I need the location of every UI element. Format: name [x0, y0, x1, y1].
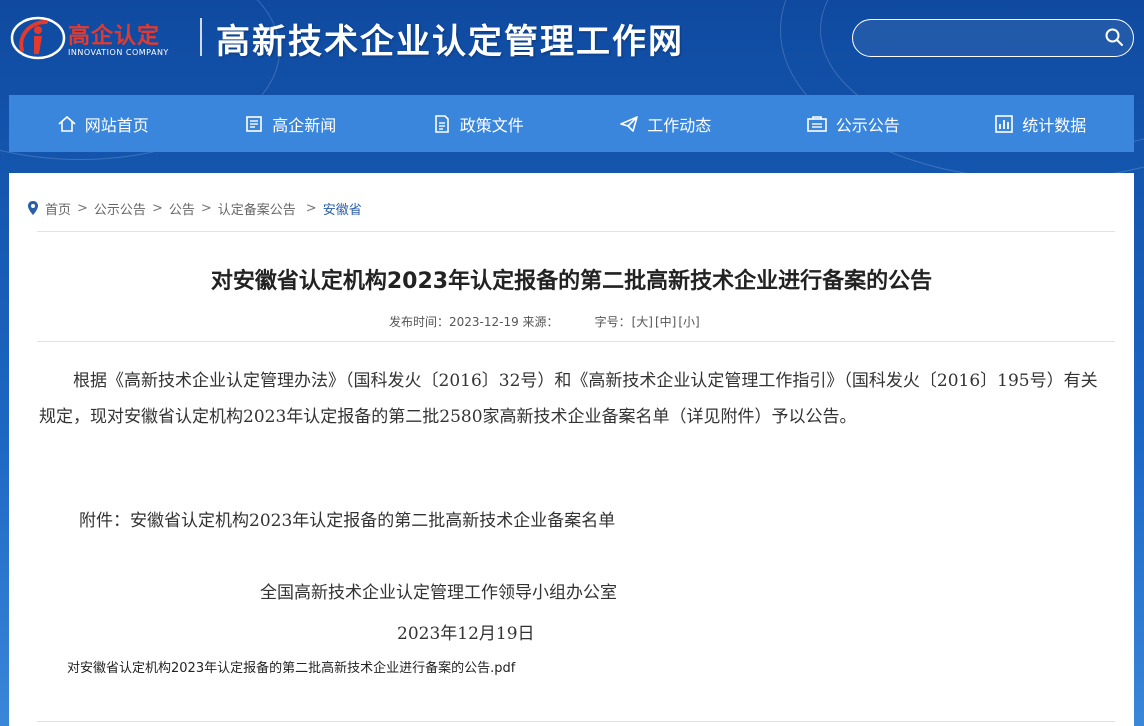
logo-text: 高企认定: [68, 24, 161, 49]
paper-plane-icon: [620, 115, 639, 132]
font-size-large[interactable]: [大]: [632, 313, 653, 330]
article-body: 根据《高新技术企业认定管理办法》（国科发火〔2016〕32号）和《高新技术企业认…: [39, 371, 1098, 427]
breadcrumb-home[interactable]: 首页: [45, 199, 71, 218]
breadcrumb-divider: [37, 231, 1115, 232]
search-input[interactable]: [867, 26, 1097, 50]
title-divider: [37, 341, 1115, 342]
nav-item-policy[interactable]: 政策文件: [384, 95, 572, 152]
logo-emblem-icon: [10, 16, 66, 60]
site-header: 高企认定 INNOVATION COMPANY 高新技术企业认定管理工作网: [0, 0, 1144, 80]
document-icon: [434, 114, 449, 133]
signature-date: 2023年12月19日: [397, 624, 535, 644]
location-pin-icon: [28, 201, 38, 215]
nav-item-label: 工作动态: [647, 115, 712, 135]
nav-item-home[interactable]: 网站首页: [9, 95, 197, 152]
chart-icon: [995, 114, 1014, 133]
news-icon: [246, 115, 263, 132]
breadcrumb-announcements[interactable]: 公告: [169, 199, 195, 218]
font-size-medium[interactable]: [中]: [655, 313, 676, 330]
nav-item-label: 统计数据: [1022, 115, 1087, 135]
article-title: 对安徽省认定机构2023年认定报备的第二批高新技术企业进行备案的公告: [210, 269, 933, 294]
article-meta: 发布时间：2023-12-19 来源： 字号： [大] [中] [小]: [389, 313, 701, 330]
nav-item-work[interactable]: 工作动态: [572, 95, 760, 152]
breadcrumb-separator: >: [77, 200, 88, 216]
home-icon: [58, 115, 76, 132]
nav-item-notice[interactable]: 公示公告: [759, 95, 947, 152]
breadcrumb-filing[interactable]: 认定备案公告: [218, 199, 296, 218]
nav-item-news[interactable]: 高企新闻: [197, 95, 385, 152]
breadcrumb-separator: >: [151, 200, 163, 216]
breadcrumb-separator: >: [305, 200, 317, 216]
signature-organization: 全国高新技术企业认定管理工作领导小组办公室: [260, 583, 617, 603]
site-title: 高新技术企业认定管理工作网: [216, 22, 684, 62]
nav-item-label: 公示公告: [835, 115, 900, 135]
breadcrumb-current[interactable]: 安徽省: [323, 199, 362, 218]
font-size-small[interactable]: [小]: [678, 313, 699, 330]
font-size-label: 字号：: [594, 315, 631, 329]
site-logo[interactable]: 高企认定 INNOVATION COMPANY: [8, 6, 188, 68]
breadcrumb-notices[interactable]: 公示公告: [94, 199, 146, 218]
search-box: [852, 19, 1134, 57]
header-divider: [200, 18, 202, 56]
nav-item-label: 网站首页: [84, 115, 149, 135]
nav-item-label: 政策文件: [459, 115, 524, 135]
footer-divider: [37, 721, 1115, 722]
main-nav: 网站首页 高企新闻 政策文件 工作动态 公示公告 统计数据: [9, 95, 1134, 152]
attachment-pdf-link[interactable]: 对安徽省认定机构2023年认定报备的第二批高新技术企业进行备案的公告.pdf: [67, 657, 515, 676]
nav-item-stats[interactable]: 统计数据: [947, 95, 1135, 152]
breadcrumb: 首页 > 公示公告 > 公告 > 认定备案公告 > 安徽省: [27, 199, 362, 218]
nav-item-label: 高企新闻: [272, 115, 337, 135]
breadcrumb-separator: >: [200, 200, 212, 216]
content-panel: 首页 > 公示公告 > 公告 > 认定备案公告 > 安徽省 对安徽省认定机构20…: [9, 173, 1134, 726]
logo-subtitle: INNOVATION COMPANY: [68, 48, 169, 57]
notice-icon: [806, 115, 827, 132]
search-icon: [1105, 28, 1123, 46]
publish-info: 发布时间：2023-12-19 来源：: [389, 315, 559, 329]
search-button[interactable]: [1103, 27, 1125, 49]
attachment-line: 附件：安徽省认定机构2023年认定报备的第二批高新技术企业备案名单: [79, 511, 616, 531]
